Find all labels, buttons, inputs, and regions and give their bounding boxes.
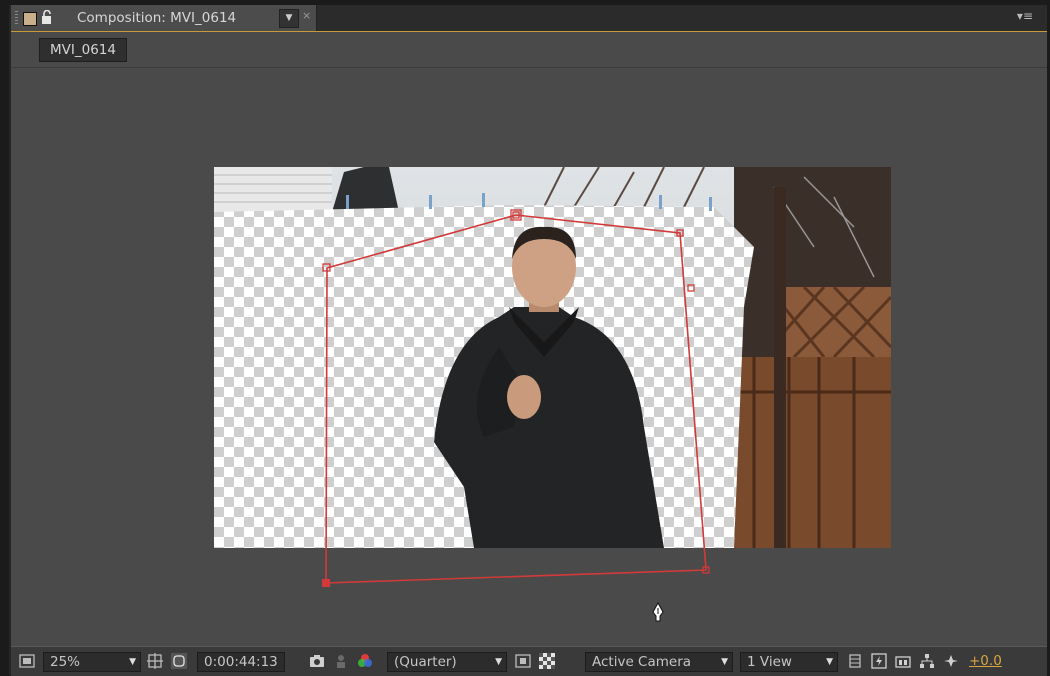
always-preview-icon[interactable] (19, 653, 35, 669)
snapshot-icon[interactable] (309, 653, 325, 669)
magnification-value: 25% (50, 654, 81, 670)
grid-guides-icon[interactable] (147, 653, 163, 669)
camera-view-value: Active Camera (592, 654, 692, 670)
mask-path-overlay[interactable] (11, 5, 1047, 625)
transparency-grid-icon[interactable] (539, 653, 555, 669)
view-layout-dropdown[interactable]: 1 View ▼ (740, 652, 838, 672)
view-layout-value: 1 View (747, 654, 792, 670)
resolution-value: (Quarter) (394, 654, 457, 670)
viewer-toolbar: 25% ▼ 0:00:44:13 (Quarter) ▼ Active Came… (11, 646, 1047, 676)
exposure-value[interactable]: +0.0 (969, 652, 1002, 670)
fast-previews-icon[interactable] (871, 653, 887, 669)
toggle-pixel-aspect-icon[interactable] (847, 653, 863, 669)
chevron-down-icon: ▼ (826, 657, 833, 667)
timeline-icon[interactable] (895, 653, 911, 669)
camera-view-dropdown[interactable]: Active Camera ▼ (585, 652, 733, 672)
flowchart-icon[interactable] (919, 653, 935, 669)
chevron-down-icon: ▼ (495, 657, 502, 667)
timecode-display[interactable]: 0:00:44:13 (197, 652, 285, 672)
resolution-dropdown[interactable]: (Quarter) ▼ (387, 652, 507, 672)
chevron-down-icon: ▼ (721, 657, 728, 667)
reset-exposure-icon[interactable] (943, 653, 959, 669)
toggle-mask-path-icon[interactable] (171, 653, 187, 669)
composition-panel: Composition: MVI_0614 ▼ × ▾≡ MVI_0614 25… (9, 5, 1047, 676)
chevron-down-icon: ▼ (129, 657, 136, 667)
pen-tool-cursor-icon (652, 602, 664, 622)
region-of-interest-icon[interactable] (515, 653, 531, 669)
show-snapshot-icon[interactable] (333, 653, 349, 669)
color-channel-icon[interactable] (357, 653, 373, 669)
magnification-dropdown[interactable]: 25% ▼ (43, 652, 141, 672)
